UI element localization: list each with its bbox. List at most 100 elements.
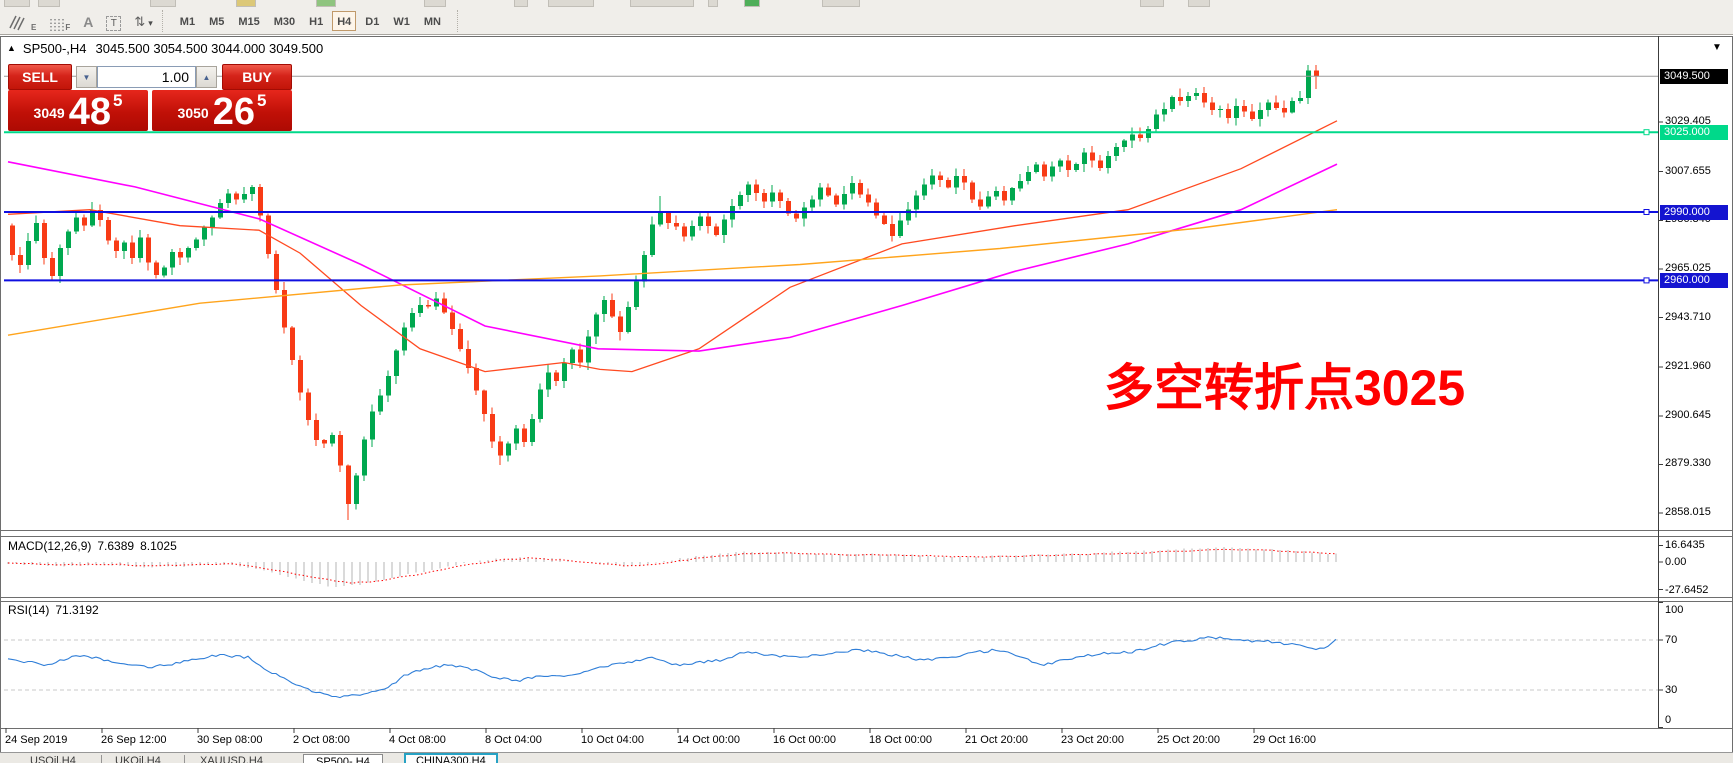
drawing-tools-group: E F A T ⇅ ▾ [0,11,153,31]
chart-tab-usoil[interactable]: USOil,H4 [30,755,76,763]
fibonacci-tool[interactable]: F [49,11,70,31]
sell-button[interactable]: SELL [8,64,72,90]
macd-tick-label: 16.6435 [1665,539,1705,551]
down-arrow-icon: ▼ [83,73,91,82]
price-tick-label: 2858.015 [1665,506,1711,518]
tab-separator: | [100,754,103,763]
text-tool[interactable]: T [106,11,121,31]
rsi-value: 71.3192 [55,603,98,617]
time-axis-label: 16 Oct 00:00 [773,734,836,746]
clipped-toolbar-icon [1188,0,1210,7]
timeframe-button-mn[interactable]: MN [419,11,446,31]
chevron-down-icon: ▾ [148,18,153,29]
time-axis-label: 18 Oct 00:00 [869,734,932,746]
boxed-t-icon: T [106,16,121,31]
tool-glyph: F [65,23,70,32]
timeframe-button-h4[interactable]: H4 [332,11,356,31]
clipped-toolbar-icon [4,0,30,7]
rsi-tick-label: 100 [1665,604,1683,616]
volume-increment-button[interactable]: ▲ [196,66,217,88]
buy-quote-button[interactable]: 3050265 [152,90,292,131]
macd-tick-label: -27.6452 [1665,584,1708,596]
one-click-collapse-icon[interactable]: ▲ [7,43,16,53]
timeframe-button-m30[interactable]: M30 [269,11,300,31]
clipped-toolbar-icon [1140,0,1164,7]
clipped-toolbar-icon [38,0,60,7]
hline-price-badge: 2990.000 [1660,205,1728,220]
hline-price-badge: 2960.000 [1660,273,1728,288]
chart-tab-ukoil[interactable]: UKOil,H4 [115,755,161,763]
toolbar-separator [457,10,459,32]
time-axis-label: 25 Oct 20:00 [1157,734,1220,746]
timeframe-button-m15[interactable]: M15 [233,11,264,31]
timeframe-button-d1[interactable]: D1 [360,11,384,31]
sell-price-big: 48 [69,97,111,128]
chart-tab-bar: USOil,H4 UKOil,H4 XAUUSD,H4 SP500-,H4 CHINA3… [0,752,1733,763]
clipped-toolbar-icon [424,0,446,7]
volume-decrement-button[interactable]: ▼ [76,66,97,88]
tool-glyph: E [31,23,36,32]
toolbar: E F A T ⇅ ▾ M1M5M15M30H1H4D1W1MN [0,7,1733,35]
up-arrow-icon: ▲ [203,73,211,82]
clipped-toolbar-icon [316,0,336,7]
time-axis-label: 14 Oct 00:00 [677,734,740,746]
rsi-name: RSI(14) [8,603,49,617]
buy-price-prefix: 3050 [178,105,209,121]
dot-grid-icon [49,18,64,31]
letter-a-icon: A [83,13,93,31]
chart-draw-lines-tool[interactable]: E [8,11,36,31]
text-label-tool[interactable]: A [83,11,93,31]
macd-value-2: 8.1025 [140,539,177,553]
price-tick-label: 3007.655 [1665,165,1711,177]
chart-shift-marker-icon: ▼ [1712,42,1722,53]
chart-tab-xauusd[interactable]: XAUUSD,H4 [200,755,263,763]
rsi-indicator-label: RSI(14) 71.3192 [8,603,105,617]
time-axis-label: 10 Oct 04:00 [581,734,644,746]
price-tick-label: 2900.645 [1665,409,1711,421]
clipped-toolbar-icon [708,0,718,7]
clipped-toolbar-row [0,0,1733,7]
buy-button[interactable]: BUY [222,64,292,90]
volume-input[interactable] [97,66,196,88]
time-axis-label: 2 Oct 08:00 [293,734,350,746]
rsi-tick-label: 30 [1665,684,1677,696]
price-tick-label: 2879.330 [1665,457,1711,469]
rsi-tick-label: 0 [1665,714,1671,726]
sell-price-sup: 5 [113,91,122,111]
timeframe-button-m1[interactable]: M1 [175,11,200,31]
clipped-toolbar-icon [630,0,694,7]
timeframe-button-h1[interactable]: H1 [304,11,328,31]
clipped-toolbar-icon [548,0,594,7]
chart-ohlc-header: ▲SP500-,H43045.500 3054.500 3044.000 304… [7,41,323,56]
one-click-trading-panel: SELL ▼ ▲ BUY 3049485 3050265 [8,58,292,132]
chart-tab-sp500-[interactable]: SP500-,H4 [303,754,383,763]
arrows-tool[interactable]: ⇅ ▾ [134,11,152,31]
chart-text-annotation: 多空转折点3025 [1104,362,1465,415]
time-axis-label: 26 Sep 12:00 [101,734,166,746]
macd-value-1: 7.6389 [97,539,134,553]
clipped-toolbar-icon [822,0,860,7]
hline-price-badge: 3025.000 [1660,125,1728,140]
clipped-toolbar-icon [744,0,760,7]
clipped-toolbar-icon [150,0,176,7]
timeframe-button-m5[interactable]: M5 [204,11,229,31]
time-axis-label: 21 Oct 20:00 [965,734,1028,746]
time-axis-label: 8 Oct 04:00 [485,734,542,746]
sell-quote-button[interactable]: 3049485 [8,90,148,131]
clipped-toolbar-icon [514,0,528,7]
ohlc-values: 3045.500 3054.500 3044.000 3049.500 [96,41,324,56]
sell-price-prefix: 3049 [34,105,65,121]
time-axis-label: 30 Sep 08:00 [197,734,262,746]
last-price-badge: 3049.500 [1660,69,1728,84]
time-axis-label: 23 Oct 20:00 [1061,734,1124,746]
buy-price-sup: 5 [257,91,266,111]
timeframe-button-w1[interactable]: W1 [388,11,415,31]
time-axis-label: 4 Oct 08:00 [389,734,446,746]
time-axis-label: 29 Oct 16:00 [1253,734,1316,746]
buy-price-big: 26 [213,97,255,128]
chart-tab-china300[interactable]: CHINA300,H4 [404,753,498,763]
price-tick-label: 2943.710 [1665,311,1711,323]
diagonal-lines-icon [8,13,30,31]
macd-name: MACD(12,26,9) [8,539,91,553]
tab-separator: | [183,754,186,763]
